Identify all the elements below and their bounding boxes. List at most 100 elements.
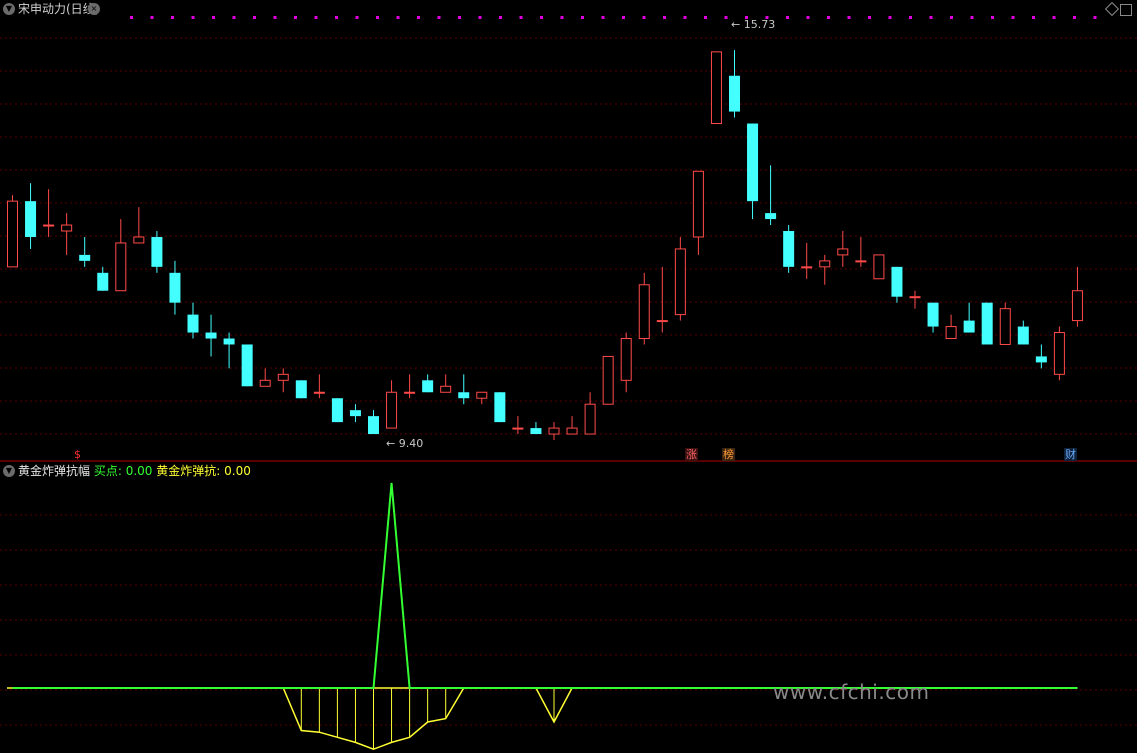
bomb-value: 0.00 [224, 464, 251, 478]
top-marker-dot [171, 16, 174, 19]
candle-body-down [187, 314, 199, 333]
top-marker-dot [950, 16, 953, 19]
candle-body-up [656, 320, 668, 323]
top-marker-dot [581, 16, 584, 19]
candle-body-down [331, 398, 343, 423]
candle-body-up [386, 391, 398, 429]
candle-body-down [458, 392, 470, 399]
candle-body-down [241, 344, 253, 387]
candle-body-up [115, 242, 127, 292]
top-marker-dot [212, 16, 215, 19]
top-marker-dot [663, 16, 666, 19]
top-marker-dot [1032, 16, 1035, 19]
candle-body-up [999, 308, 1011, 345]
candle-body-down [223, 338, 235, 345]
top-marker-dot [1052, 16, 1056, 19]
kline-chart[interactable] [0, 0, 1137, 753]
candle-body-up [837, 248, 849, 256]
top-markers [130, 16, 1097, 19]
top-marker-dot [335, 16, 338, 19]
candle-body-up [674, 248, 686, 316]
sub-panel-title-bar: 黄金炸弹抗幅 买点: 0.00 黄金炸弹抗: 0.00 [18, 464, 251, 478]
candle-body-down [963, 320, 975, 333]
candle-body-down [97, 272, 109, 291]
buy-line [12, 482, 1078, 689]
candle-body-down [1035, 356, 1047, 363]
top-marker-dot [929, 16, 933, 19]
candle-body-up [259, 379, 271, 387]
top-marker-dot [622, 16, 625, 19]
top-marker-dot [704, 16, 707, 19]
top-marker-dot [273, 16, 277, 19]
main-panel-menu-icon[interactable]: ▼ [3, 3, 15, 15]
sub-panel-menu-icon[interactable]: ▼ [3, 465, 15, 477]
candle-body-up [1071, 290, 1083, 322]
top-marker-dot [478, 16, 482, 19]
candle-body-up [873, 254, 885, 280]
low-price-value: 9.40 [398, 437, 424, 450]
top-marker-dot [355, 16, 359, 19]
candle-body-up [584, 403, 596, 435]
low-price-label: ← 9.40 [386, 437, 424, 450]
candle-body-up [43, 224, 55, 227]
top-marker-dot [417, 16, 420, 19]
candle-body-down [494, 392, 506, 423]
maximize-icon[interactable] [1120, 4, 1132, 16]
top-marker-dot [601, 16, 605, 19]
candle-body-down [530, 428, 542, 435]
main-panel-close-icon[interactable]: × [88, 3, 100, 15]
top-marker-dot [232, 16, 236, 19]
top-marker-dot [150, 16, 154, 19]
bang-tag[interactable]: 榜 [722, 448, 735, 461]
candles [7, 50, 1083, 441]
indicator-lines [7, 482, 1078, 751]
candle-body-down [368, 416, 379, 435]
candle-body-up [133, 236, 145, 244]
candle-body-down [891, 266, 903, 297]
candle-body-up [512, 427, 524, 430]
top-marker-dot [806, 16, 810, 19]
top-marker-dot [437, 16, 441, 19]
top-marker-dot [642, 16, 646, 19]
candle-body-down [349, 410, 361, 417]
candle-body-up [602, 355, 614, 405]
candle-body-down [295, 380, 307, 399]
s-marker-tag[interactable]: $ [73, 448, 82, 461]
top-marker-dot [909, 16, 912, 19]
zhang-tag[interactable]: 涨 [685, 448, 698, 461]
top-marker-dot [560, 16, 564, 19]
candle-body-down [25, 201, 37, 237]
top-marker-dot [253, 16, 256, 19]
top-marker-dot [1093, 16, 1097, 19]
high-price-label: ← 15.73 [731, 18, 776, 31]
candle-body-down [205, 332, 217, 339]
buy-label: 买点: [93, 464, 122, 478]
candle-body-down [927, 302, 939, 327]
candle-body-up [855, 260, 867, 263]
candle-body-up [909, 296, 921, 299]
top-marker-dot [130, 16, 133, 19]
top-marker-dot [458, 16, 461, 19]
candle-body-up [440, 385, 452, 393]
top-marker-dot [519, 16, 523, 19]
top-marker-dot [499, 16, 502, 19]
candle-body-down [422, 380, 434, 393]
top-marker-dot [970, 16, 974, 19]
candle-body-down [729, 75, 740, 112]
bomb-label: 黄金炸弹抗: [156, 464, 221, 478]
top-marker-dot [376, 16, 379, 19]
candle-body-up [692, 170, 704, 238]
buy-value: 0.00 [125, 464, 153, 478]
top-marker-dot [888, 16, 892, 19]
candle-body-up [566, 427, 578, 435]
top-marker-dot [1011, 16, 1015, 19]
candle-body-down [1017, 326, 1029, 345]
candle-body-up [548, 427, 560, 435]
cai-tag[interactable]: 财 [1064, 448, 1077, 461]
high-price-value: 15.73 [743, 18, 776, 31]
top-marker-dot [191, 16, 195, 19]
top-marker-dot [868, 16, 871, 19]
candle-body-up [945, 326, 957, 340]
top-marker-dot [294, 16, 297, 19]
candle-body-down [783, 231, 795, 267]
